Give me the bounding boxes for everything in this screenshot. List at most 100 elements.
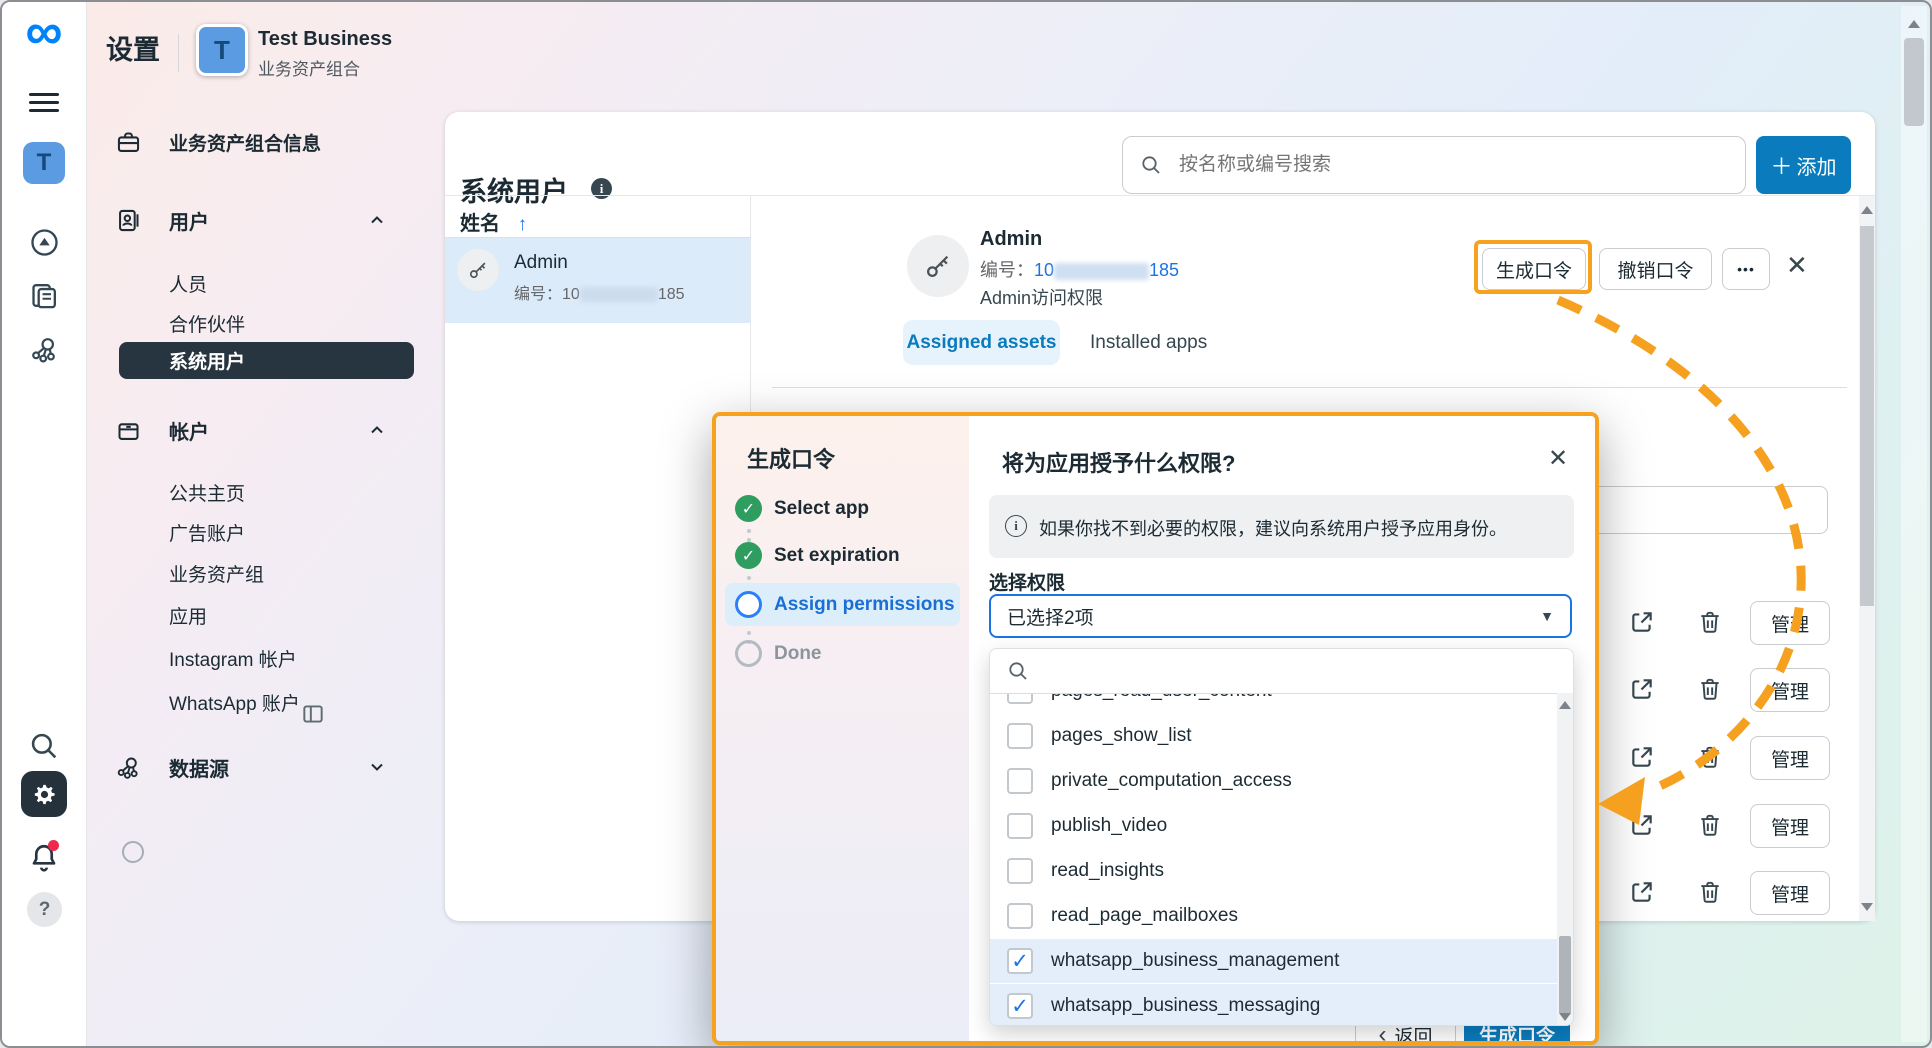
permission-row-checked[interactable]: ✓ whatsapp_business_management (990, 939, 1557, 983)
sidebar-item-business-portfolio-info[interactable]: 业务资产组合信息 (115, 129, 321, 156)
permission-row[interactable]: publish_video (990, 804, 1557, 848)
sidebar-section-accounts[interactable]: 帐户 (115, 416, 427, 445)
sidebar-item-ad-accounts[interactable]: 广告账户 (169, 519, 245, 546)
manage-button[interactable]: 管理 (1750, 736, 1830, 780)
trash-icon[interactable] (1697, 744, 1723, 770)
checkbox-checked[interactable]: ✓ (1007, 948, 1033, 974)
sidebar-item-apps[interactable]: 应用 (169, 602, 207, 629)
trash-icon[interactable] (1697, 812, 1723, 838)
open-external-icon[interactable] (1629, 609, 1655, 635)
tab-installed-apps[interactable]: Installed apps (1090, 320, 1207, 365)
info-icon: i (1005, 515, 1027, 537)
generate-token-button[interactable]: 生成口令 (1482, 248, 1586, 290)
screenshot: ∞ T (0, 0, 1932, 1048)
dropdown-search-row[interactable] (990, 649, 1573, 694)
business-avatar[interactable]: T (23, 142, 65, 184)
tab-assigned-assets[interactable]: Assigned assets (903, 320, 1060, 365)
scrollbar-thumb[interactable] (1904, 38, 1924, 126)
detail-scrollbar[interactable] (1859, 196, 1875, 921)
pages-icon[interactable] (29, 280, 60, 311)
permissions-dropdown: pages_read_user_content pages_show_list … (989, 648, 1574, 1026)
search-rail-icon[interactable] (27, 729, 61, 763)
open-external-icon[interactable] (1629, 879, 1655, 905)
sidebar-item-partners[interactable]: 合作伙伴 (169, 310, 245, 337)
manage-button[interactable]: 管理 (1750, 668, 1830, 712)
checkbox-unchecked[interactable] (1007, 903, 1033, 929)
business-name[interactable]: Test Business (258, 28, 392, 51)
notifications-bell-icon[interactable] (28, 842, 60, 874)
meta-logo-icon[interactable]: ∞ (14, 8, 74, 56)
step-done-icon: ✓ (735, 542, 762, 569)
manage-button[interactable]: 管理 (1750, 871, 1830, 915)
settings-gear-icon[interactable] (21, 771, 67, 817)
step-set-expiration: Set expiration (774, 545, 900, 567)
manage-button[interactable]: 管理 (1750, 804, 1830, 848)
permission-row[interactable]: read_insights (990, 849, 1557, 893)
sidebar-item-whatsapp-accounts[interactable]: WhatsApp 账户 (169, 689, 300, 716)
sidebar-item-system-users[interactable]: 系统用户 (119, 342, 414, 379)
manage-button[interactable]: 管理 (1750, 601, 1830, 645)
open-external-icon[interactable] (1629, 812, 1655, 838)
left-rail: ∞ T (2, 2, 87, 1046)
sidebar-section-data-sources[interactable]: 数据源 (115, 753, 427, 782)
checkbox-unchecked[interactable] (1007, 723, 1033, 749)
more-actions-button[interactable]: ••• (1722, 248, 1770, 290)
step-done-icon: ✓ (735, 495, 762, 522)
sort-asc-icon[interactable]: ↑ (518, 214, 528, 235)
trash-icon[interactable] (1697, 676, 1723, 702)
selected-count: 已选择2项 (1007, 603, 1094, 630)
permission-row-checked[interactable]: ✓ whatsapp_business_messaging (990, 984, 1557, 1026)
open-external-icon[interactable] (1629, 676, 1655, 702)
sidebar-item-asset-groups[interactable]: 业务资产组 (169, 560, 264, 587)
sidebar-collapse-icon[interactable] (300, 701, 326, 727)
checkbox-checked[interactable]: ✓ (1007, 993, 1033, 1019)
sidebar-section-users[interactable]: 用户 (115, 206, 427, 235)
close-icon[interactable]: ✕ (1548, 444, 1568, 473)
plus-icon: ＋ (1770, 149, 1792, 181)
detail-user-name: Admin (980, 228, 1042, 251)
permission-row[interactable]: private_computation_access (990, 759, 1557, 803)
network-icon (115, 754, 142, 781)
table-row-selected[interactable]: Admin 编号：10185 (445, 238, 750, 323)
scrollbar-thumb[interactable] (1559, 936, 1571, 1014)
open-external-icon[interactable] (1629, 744, 1655, 770)
redacted-id (1054, 263, 1149, 280)
trash-icon[interactable] (1697, 609, 1723, 635)
section-title: 系统用户 (460, 170, 568, 209)
permissions-select[interactable]: 已选择2项 ▼ (989, 594, 1572, 638)
divider (445, 195, 1875, 196)
trash-icon[interactable] (1697, 879, 1723, 905)
checkbox-unchecked[interactable] (1007, 858, 1033, 884)
asset-filter-input[interactable] (1562, 486, 1828, 534)
checkbox-unchecked[interactable] (1007, 813, 1033, 839)
permission-row[interactable]: pages_show_list (990, 714, 1557, 758)
column-header-name[interactable]: 姓名 ↑ (460, 207, 527, 236)
partial-nav-icon (122, 841, 144, 863)
checkbox-unchecked[interactable] (1007, 768, 1033, 794)
revoke-token-button[interactable]: 撤销口令 (1599, 248, 1712, 290)
help-icon[interactable]: ? (27, 892, 62, 927)
ads-manager-icon[interactable] (29, 227, 60, 258)
business-switcher-avatar[interactable]: T (196, 24, 248, 76)
window-scrollbar[interactable] (1901, 6, 1927, 1042)
search-box (1122, 136, 1746, 194)
business-subtitle: 业务资产组合 (258, 55, 360, 80)
add-user-button[interactable]: ＋添加 (1756, 136, 1851, 194)
redacted-id (580, 287, 658, 302)
org-icon[interactable] (29, 334, 60, 365)
sidebar-item-pages[interactable]: 公共主页 (169, 479, 245, 506)
modal-heading: 将为应用授予什么权限? (1002, 446, 1235, 478)
menu-icon[interactable] (29, 88, 59, 117)
search-icon (1006, 659, 1030, 683)
sidebar-item-instagram-accounts[interactable]: Instagram 帐户 (169, 645, 297, 672)
scrollbar-thumb[interactable] (1860, 226, 1874, 606)
user-name: Admin (514, 252, 568, 274)
sidebar-item-people[interactable]: 人员 (169, 270, 207, 297)
modal-content-panel: 将为应用授予什么权限? ✕ i 如果你找不到必要的权限，建议向系统用户授予应用身… (969, 416, 1595, 1041)
close-icon[interactable]: ✕ (1786, 250, 1808, 281)
dropdown-scrollbar[interactable] (1557, 693, 1573, 1025)
divider (772, 387, 1847, 388)
permission-row[interactable]: read_page_mailboxes (990, 894, 1557, 938)
step-active-icon (735, 591, 762, 618)
search-input[interactable] (1177, 153, 1731, 177)
